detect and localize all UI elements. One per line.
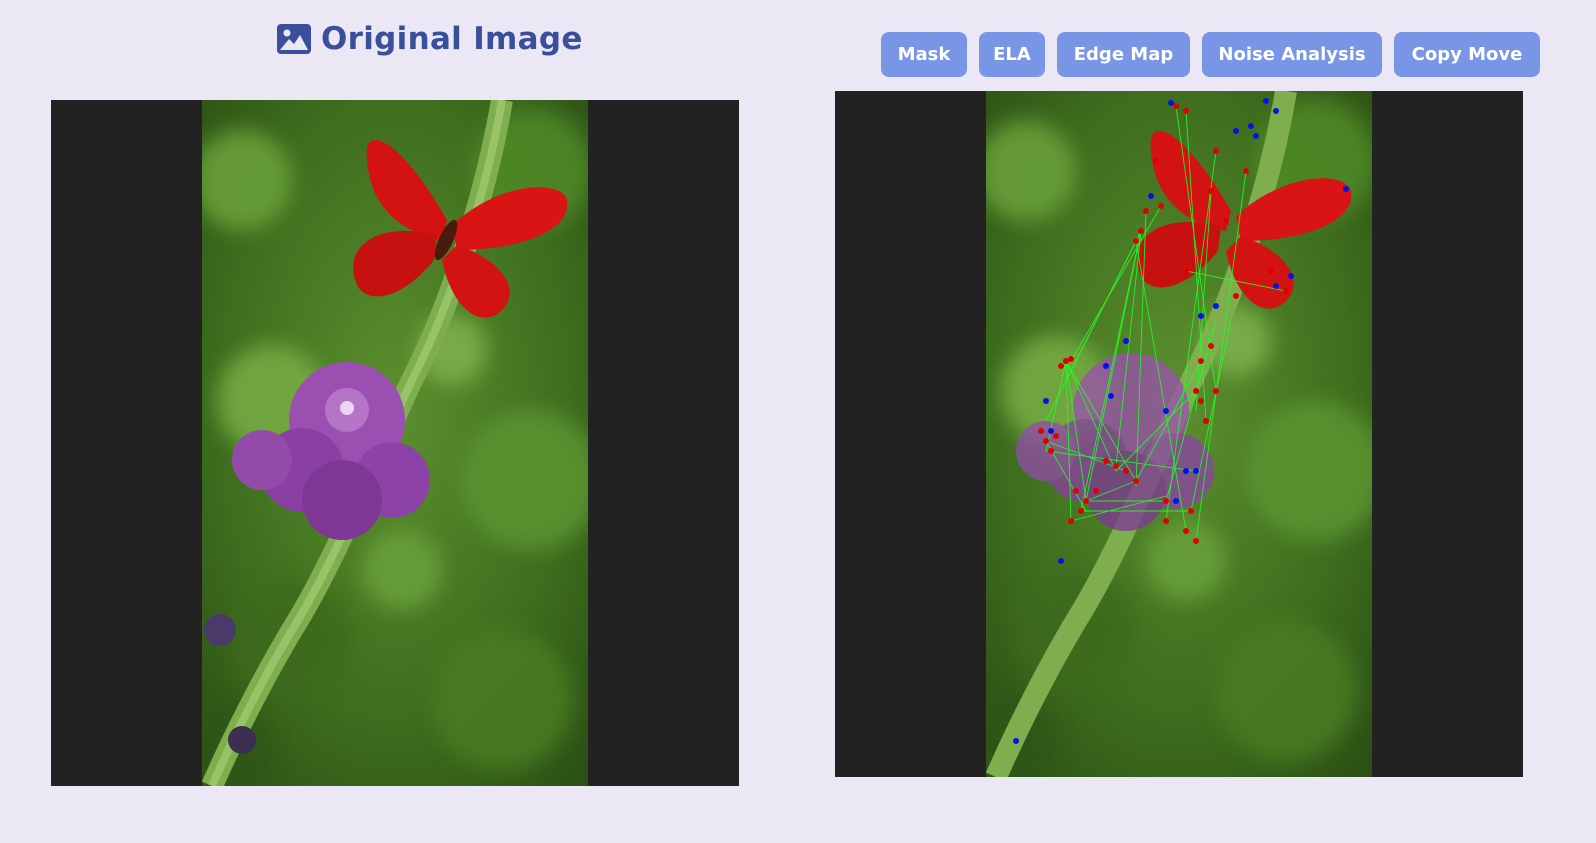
original-image (202, 100, 588, 786)
original-image-panel (51, 100, 739, 786)
copy-move-button[interactable]: Copy Move (1394, 32, 1540, 77)
ela-button[interactable]: ELA (979, 32, 1045, 77)
analysis-toolbar: Mask ELA Edge Map Noise Analysis Copy Mo… (881, 32, 1540, 77)
noise-analysis-button[interactable]: Noise Analysis (1202, 32, 1382, 77)
image-icon (277, 24, 311, 54)
mask-button[interactable]: Mask (881, 32, 967, 77)
page-title: Original Image (277, 17, 583, 61)
copy-move-image (986, 91, 1372, 777)
page-title-text: Original Image (321, 21, 583, 57)
copy-move-result-panel (835, 91, 1523, 777)
edge-map-button[interactable]: Edge Map (1057, 32, 1190, 77)
